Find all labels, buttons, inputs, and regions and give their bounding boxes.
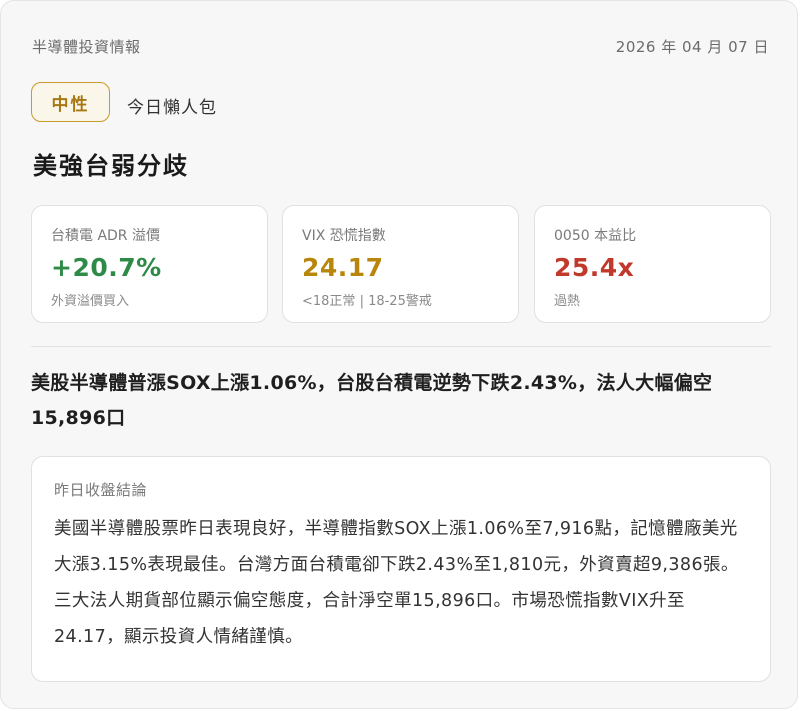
metric-value: 25.4x (554, 253, 635, 282)
conclusion-body: 美國半導體股票昨日表現良好，半導體指數SOX上漲1.06%至7,916點，記憶體… (54, 519, 739, 647)
metric-note: <18正常 | 18-25警戒 (302, 294, 432, 309)
metric-label: VIX 恐慌指數 (302, 228, 386, 244)
conclusion-title: 昨日收盤結論 (54, 481, 148, 499)
metric-card-vix: VIX 恐慌指數 24.17 <18正常 | 18-25警戒 (282, 205, 519, 323)
closing-conclusion-panel: 昨日收盤結論 美國半導體股票昨日表現良好，半導體指數SOX上漲1.06%至7,9… (31, 456, 771, 682)
metric-value: 24.17 (302, 253, 384, 282)
metric-label: 台積電 ADR 溢價 (51, 228, 160, 244)
metric-note: 過熱 (554, 294, 581, 309)
metric-value: +20.7% (51, 253, 162, 282)
metric-card-tsmc-adr-premium: 台積電 ADR 溢價 +20.7% 外資溢價買入 (31, 205, 268, 323)
section-divider (31, 346, 771, 347)
report-date: 2026 年 04 月 07 日 (615, 38, 769, 56)
report-source: 半導體投資情報 (32, 38, 141, 56)
metric-card-0050-pe: 0050 本益比 25.4x 過熱 (534, 205, 771, 323)
daily-report-card: 半導體投資情報 2026 年 04 月 07 日 中性 今日懶人包 美強台弱分歧… (0, 0, 798, 709)
sentiment-badge: 中性 (31, 82, 110, 122)
digest-caption: 今日懶人包 (127, 98, 217, 118)
headline: 美強台弱分歧 (33, 152, 189, 180)
market-summary: 美股半導體普漲SOX上漲1.06%，台股台積電逆勢下跌2.43%，法人大幅偏空1… (31, 372, 713, 429)
metric-label: 0050 本益比 (554, 228, 637, 244)
metric-note: 外資溢價買入 (51, 294, 130, 309)
